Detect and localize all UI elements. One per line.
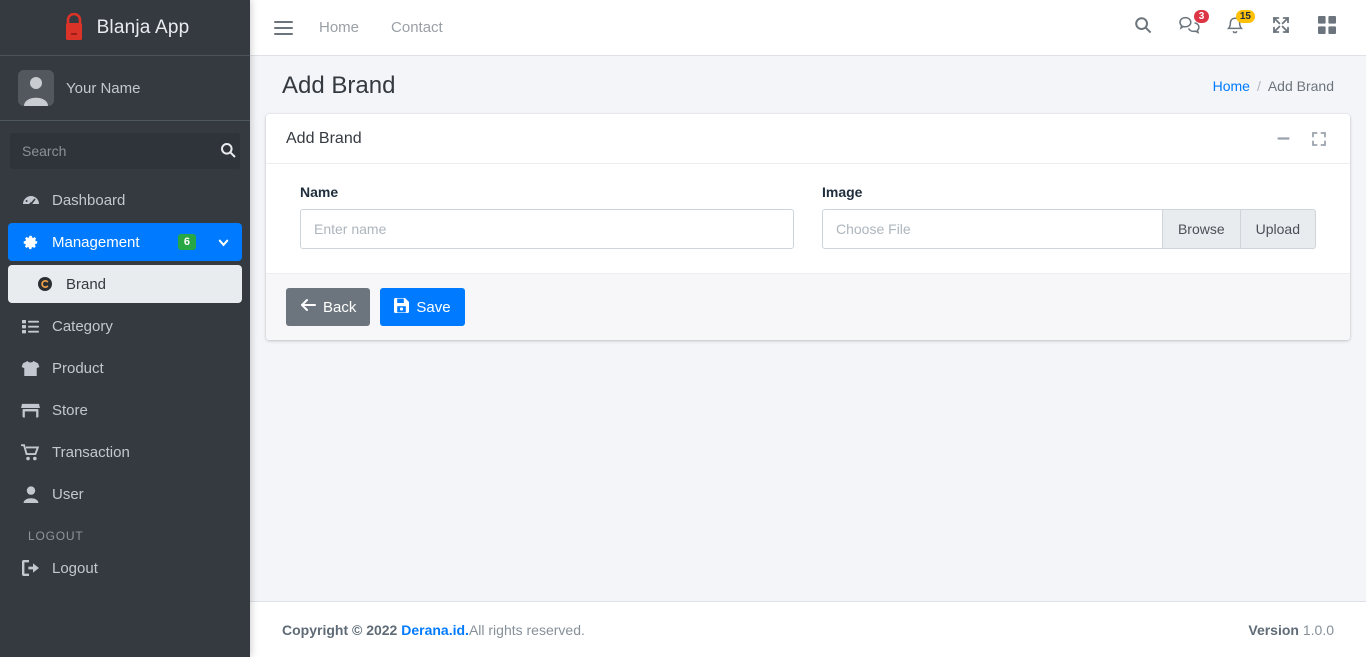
sidebar-item-dashboard[interactable]: Dashboard	[8, 181, 242, 219]
breadcrumb-current: Add Brand	[1267, 78, 1334, 94]
breadcrumb: Home / Add Brand	[1213, 78, 1334, 94]
user-name: Your Name	[66, 79, 141, 97]
tachometer-icon	[20, 191, 41, 209]
main-area: Home Contact 3 15 Add Brand Home / Add B…	[250, 0, 1366, 657]
shopping-cart-icon	[20, 443, 41, 461]
shopping-bag-icon	[61, 12, 87, 43]
navbar-right: 3 15	[1122, 8, 1348, 48]
store-icon	[20, 402, 41, 419]
footer-copyright-text: Copyright © 2022	[282, 621, 398, 638]
sidebar-item-label: Logout	[52, 559, 98, 577]
back-button-label: Back	[323, 298, 357, 316]
add-brand-card: Add Brand Name Enter name Image Choose F…	[266, 114, 1350, 340]
search-button[interactable]	[215, 133, 240, 169]
notifications-badge: 15	[1235, 9, 1255, 23]
navbar-messages-button[interactable]: 3	[1168, 8, 1210, 48]
minimize-icon[interactable]	[1273, 128, 1294, 149]
name-label: Name	[300, 184, 339, 200]
footer-version-number: 1.0.0	[1302, 621, 1334, 638]
image-label: Image	[822, 184, 863, 200]
top-navbar: Home Contact 3 15	[250, 0, 1366, 56]
navbar-left: Home Contact	[264, 11, 459, 44]
breadcrumb-home[interactable]: Home	[1213, 78, 1250, 94]
save-button[interactable]: Save	[380, 288, 465, 326]
sidebar-item-label: Transaction	[52, 443, 130, 461]
search-icon	[220, 142, 236, 161]
page-footer: Copyright © 2022 Derana.id.All rights re…	[250, 601, 1366, 657]
content-area: Add Brand Name Enter name Image Choose F…	[250, 112, 1366, 601]
user-icon	[20, 485, 41, 503]
save-button-label: Save	[416, 298, 451, 316]
browse-button[interactable]: Browse	[1162, 209, 1241, 249]
search-input[interactable]	[10, 133, 215, 169]
card-footer: Back Save	[266, 273, 1350, 340]
sign-out-icon	[20, 560, 41, 576]
name-field-group: Name	[286, 184, 808, 249]
footer-version: Version 1.0.0	[1248, 622, 1334, 638]
content-header: Add Brand Home / Add Brand	[250, 56, 1366, 112]
sidebar-brand[interactable]: Blanja App	[0, 0, 250, 56]
sidebar-item-store[interactable]: Store	[8, 391, 242, 429]
sidebar-item-management[interactable]: Management 6	[8, 223, 242, 261]
footer-copyright: Copyright © 2022 Derana.id.All rights re…	[282, 622, 585, 638]
app-root: Blanja App Your Name Search Dashboard Ma…	[0, 0, 1366, 657]
tshirt-icon	[20, 360, 41, 377]
footer-link[interactable]: Derana.id.	[401, 622, 469, 638]
sidebar-section-logout: LOGOUT	[28, 529, 84, 543]
card-header: Add Brand	[266, 114, 1350, 164]
breadcrumb-separator: /	[1256, 78, 1261, 94]
arrow-left-icon	[300, 298, 316, 316]
chevron-down-icon[interactable]	[217, 236, 230, 249]
sidebar-item-label: Store	[52, 401, 88, 419]
navbar-fullscreen-button[interactable]	[1260, 8, 1302, 48]
maximize-icon[interactable]	[1308, 128, 1330, 150]
sidebar-item-category[interactable]: Category	[8, 307, 242, 345]
page-title: Add Brand	[282, 72, 396, 99]
sidebar-badge-management: 6	[177, 234, 196, 250]
sidebar-item-product[interactable]: Product	[8, 349, 242, 387]
copyright-circle-icon	[34, 276, 55, 292]
navbar-apps-button[interactable]	[1306, 8, 1348, 48]
sidebar-item-user[interactable]: User	[8, 475, 242, 513]
sidebar-item-logout[interactable]: Logout	[8, 549, 242, 587]
footer-rights: All rights reserved.	[468, 621, 585, 638]
expand-arrows-icon	[1272, 16, 1290, 39]
list-icon	[20, 319, 41, 334]
sidebar-item-label: Brand	[66, 275, 107, 293]
sidebar-item-label: Dashboard	[52, 191, 126, 209]
navbar-link-contact[interactable]: Contact	[375, 11, 459, 44]
card-title: Add Brand	[286, 129, 362, 147]
card-tools	[1273, 128, 1330, 150]
name-input[interactable]	[300, 209, 794, 249]
footer-version-label: Version	[1248, 621, 1299, 638]
sidebar-item-label: Management	[52, 233, 140, 251]
sidebar-item-label: User	[52, 485, 84, 503]
sidebar-item-brand[interactable]: Brand	[8, 265, 242, 303]
sidebar-search	[0, 121, 250, 177]
choose-file-input[interactable]	[822, 209, 1163, 249]
floppy-disk-icon	[394, 297, 410, 317]
messages-badge: 3	[1194, 9, 1209, 23]
navbar-search-button[interactable]	[1122, 8, 1164, 48]
sidebar-item-transaction[interactable]: Transaction	[8, 433, 242, 471]
file-input-group: Browse Upload	[822, 209, 1316, 249]
sidebar-nav: Dashboard Management 6 Brand Category Pr…	[0, 177, 250, 657]
brand-title: Blanja App	[96, 16, 190, 38]
user-avatar-icon	[18, 70, 54, 106]
card-body: Name Image Browse Upload	[266, 164, 1350, 273]
search-icon	[1134, 16, 1152, 39]
grid-icon	[1318, 16, 1336, 39]
sidebar-item-label: Product	[52, 359, 104, 377]
image-field-group: Image Browse Upload	[808, 184, 1330, 249]
hamburger-icon[interactable]	[264, 14, 303, 42]
sidebar-user-panel[interactable]: Your Name	[0, 56, 250, 121]
upload-button[interactable]: Upload	[1240, 209, 1316, 249]
sidebar: Blanja App Your Name Search Dashboard Ma…	[0, 0, 250, 657]
back-button[interactable]: Back	[286, 288, 371, 326]
navbar-link-home[interactable]: Home	[303, 11, 375, 44]
navbar-notifications-button[interactable]: 15	[1214, 8, 1256, 48]
gear-icon	[20, 234, 41, 251]
sidebar-item-label: Category	[52, 317, 113, 335]
